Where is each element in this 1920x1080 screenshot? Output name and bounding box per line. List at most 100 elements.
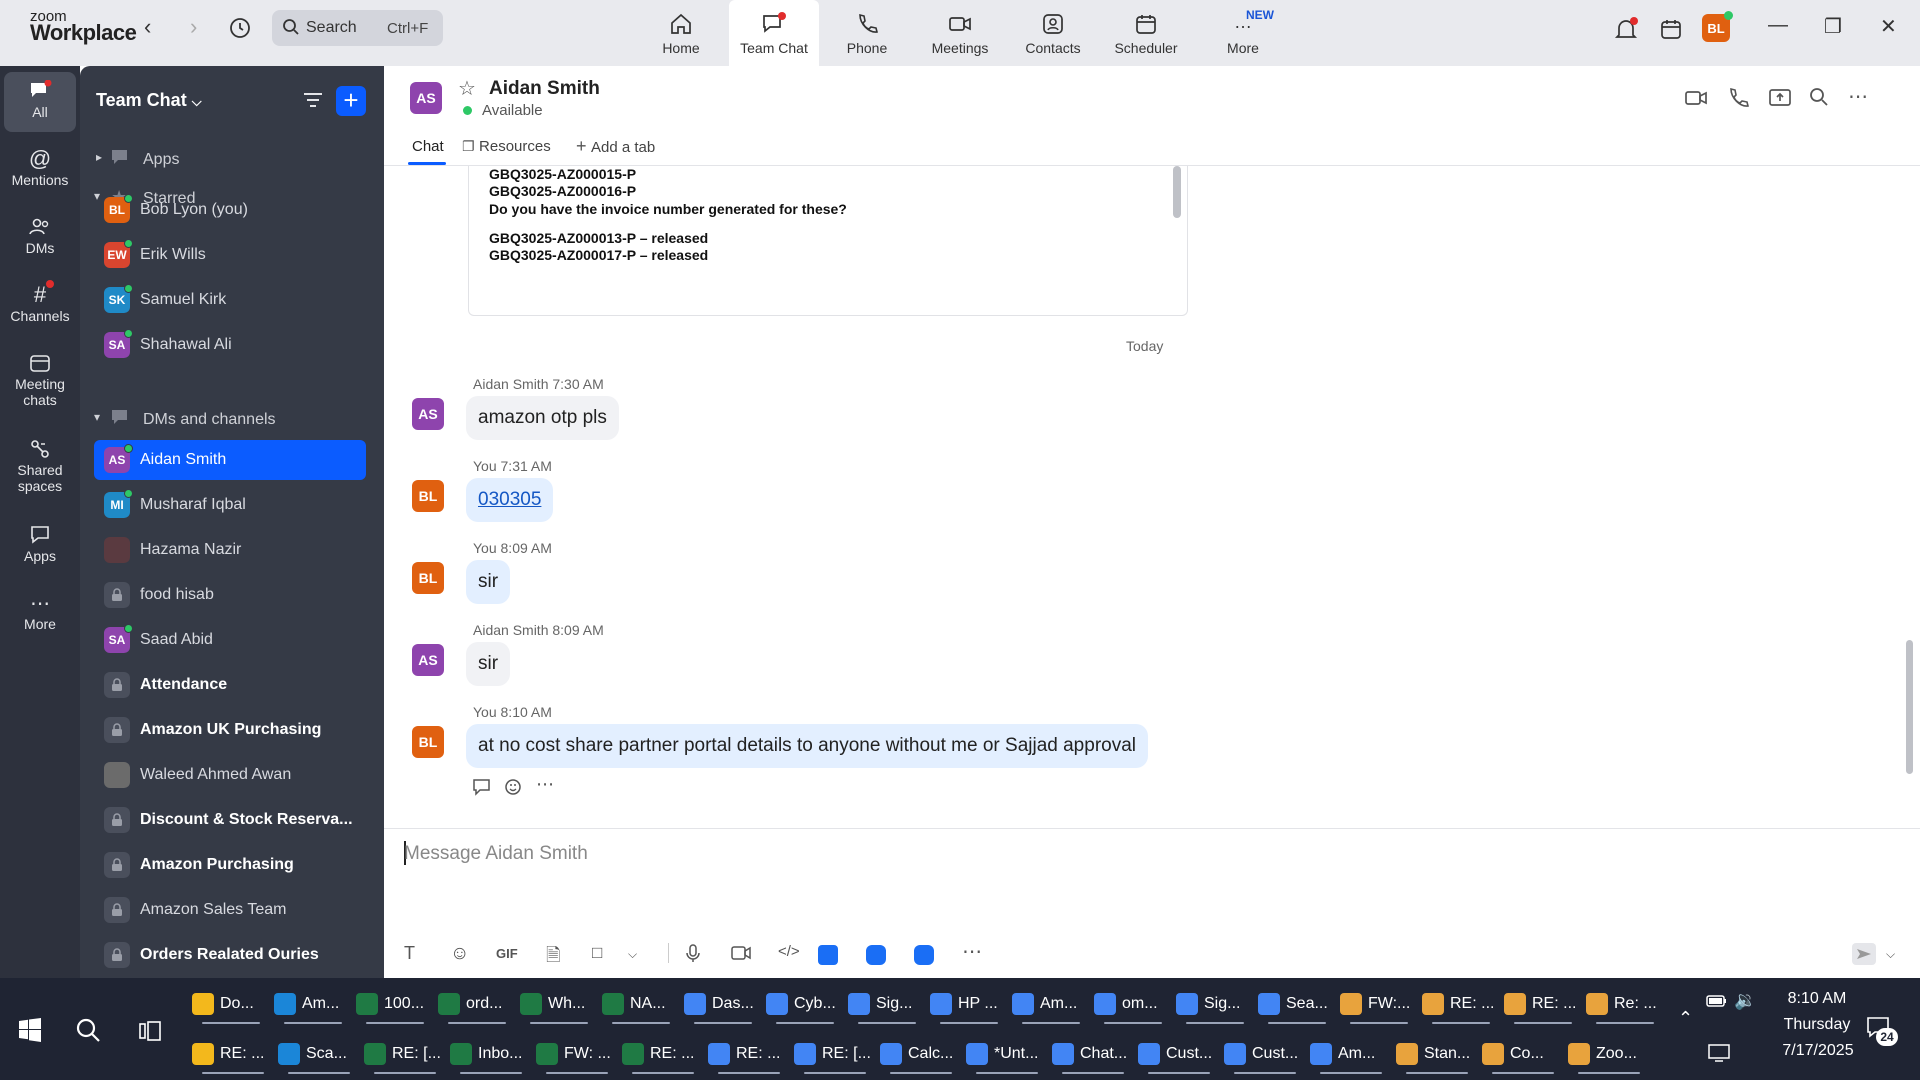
- avatar[interactable]: AS: [412, 644, 444, 676]
- filter-icon[interactable]: [302, 90, 324, 115]
- taskbar-app[interactable]: RE: [...: [794, 1034, 876, 1074]
- message-bubble[interactable]: at no cost share partner portal details …: [466, 724, 1148, 768]
- search-box[interactable]: Search Ctrl+F: [272, 10, 443, 46]
- taskbar-app[interactable]: Das...: [684, 984, 762, 1024]
- taskbar-app[interactable]: RE: [...: [364, 1034, 446, 1074]
- list-item[interactable]: EW Erik Wills: [94, 235, 366, 275]
- list-item[interactable]: Discount & Stock Reserva...: [94, 800, 366, 840]
- screenshot-icon[interactable]: □: [592, 943, 602, 963]
- taskbar-app[interactable]: Am...: [1012, 984, 1090, 1024]
- taskbar-app[interactable]: Inbo...: [450, 1034, 532, 1074]
- minimize-icon[interactable]: —: [1768, 14, 1788, 37]
- taskbar-app[interactable]: Stan...: [1396, 1034, 1478, 1074]
- forwarded-email-card[interactable]: GBQ3025-AZ000015-P GBQ3025-AZ000016-P Do…: [468, 166, 1188, 316]
- nav-phone[interactable]: Phone: [822, 0, 912, 66]
- more-options-icon[interactable]: ⋯: [1848, 84, 1872, 108]
- avatar[interactable]: BL: [412, 726, 444, 758]
- tab-chat[interactable]: Chat: [412, 138, 444, 155]
- taskbar-app[interactable]: RE: ...: [1422, 984, 1500, 1024]
- emoji-icon[interactable]: ☺: [450, 943, 469, 965]
- list-item[interactable]: Waleed Ahmed Awan: [94, 755, 366, 795]
- calendar-icon[interactable]: [1659, 17, 1683, 46]
- taskbar-app[interactable]: Re: ...: [1586, 984, 1664, 1024]
- chevron-down-icon[interactable]: ⌵: [1886, 947, 1895, 962]
- nav-contacts[interactable]: Contacts: [1008, 0, 1098, 66]
- taskbar-app[interactable]: Cust...: [1138, 1034, 1220, 1074]
- battery-icon[interactable]: [1706, 994, 1728, 1013]
- app-shortcut-icon[interactable]: [914, 945, 934, 965]
- rail-meeting-chats[interactable]: Meeting chats: [4, 350, 76, 428]
- nav-more[interactable]: … NEW More: [1198, 0, 1288, 66]
- message-bubble[interactable]: amazon otp pls: [466, 396, 619, 440]
- taskbar-app[interactable]: NA...: [602, 984, 680, 1024]
- task-view-icon[interactable]: [138, 1020, 162, 1047]
- close-icon[interactable]: ✕: [1880, 14, 1897, 39]
- search-icon[interactable]: [1808, 86, 1832, 110]
- list-item[interactable]: Amazon Purchasing: [94, 845, 366, 885]
- taskbar-app[interactable]: Am...: [274, 984, 352, 1024]
- video-call-icon[interactable]: [1684, 86, 1708, 110]
- more-tools-icon[interactable]: ⋯: [962, 939, 982, 964]
- rail-dms[interactable]: DMs: [4, 214, 76, 274]
- list-item[interactable]: SK Samuel Kirk: [94, 280, 366, 320]
- video-message-icon[interactable]: [730, 943, 752, 968]
- rail-mentions[interactable]: @ Mentions: [4, 146, 76, 206]
- taskbar-app[interactable]: Wh...: [520, 984, 598, 1024]
- chevron-up-icon[interactable]: ⌃: [1678, 1008, 1693, 1029]
- gif-button[interactable]: GIF: [496, 946, 518, 961]
- history-icon[interactable]: [228, 16, 252, 45]
- list-item[interactable]: Amazon UK Purchasing: [94, 710, 366, 750]
- list-item[interactable]: MI Musharaf Iqbal: [94, 485, 366, 525]
- send-icon[interactable]: [1852, 943, 1876, 965]
- rail-more[interactable]: ⋯ More: [4, 590, 76, 650]
- taskbar-app[interactable]: om...: [1094, 984, 1172, 1024]
- taskbar-app[interactable]: Chat...: [1052, 1034, 1134, 1074]
- list-item[interactable]: AS Aidan Smith: [94, 440, 366, 480]
- otp-link[interactable]: 030305: [478, 489, 541, 510]
- list-item[interactable]: Attendance: [94, 665, 366, 705]
- taskbar-app[interactable]: Sig...: [1176, 984, 1254, 1024]
- avatar[interactable]: BL: [412, 562, 444, 594]
- taskbar-app[interactable]: Am...: [1310, 1034, 1392, 1074]
- list-item[interactable]: SA Saad Abid: [94, 620, 366, 660]
- taskbar-app[interactable]: ord...: [438, 984, 516, 1024]
- taskbar-app[interactable]: Do...: [192, 984, 270, 1024]
- taskbar-app[interactable]: RE: ...: [192, 1034, 274, 1074]
- microphone-icon[interactable]: [684, 943, 702, 968]
- taskbar-app[interactable]: FW: ...: [536, 1034, 618, 1074]
- share-screen-icon[interactable]: [1768, 86, 1792, 110]
- taskbar-app[interactable]: Cust...: [1224, 1034, 1306, 1074]
- panel-title[interactable]: Team Chat ⌵: [96, 90, 202, 111]
- list-item[interactable]: Amazon Sales Team: [94, 890, 366, 930]
- message-bubble[interactable]: 030305: [466, 478, 554, 522]
- volume-icon[interactable]: 🔉: [1734, 990, 1756, 1011]
- notifications-icon[interactable]: [1613, 16, 1639, 47]
- chevron-down-icon[interactable]: ⌵: [628, 947, 637, 962]
- phone-call-icon[interactable]: [1726, 86, 1750, 110]
- rail-channels[interactable]: # Channels: [4, 280, 76, 342]
- add-reaction-icon[interactable]: [504, 777, 524, 802]
- new-chat-button[interactable]: +: [336, 86, 366, 116]
- taskbar-app[interactable]: RE: ...: [1504, 984, 1582, 1024]
- taskbar-app[interactable]: Calc...: [880, 1034, 962, 1074]
- nav-home[interactable]: Home: [636, 0, 726, 66]
- display-icon[interactable]: [1708, 1044, 1730, 1067]
- back-arrow-icon[interactable]: ‹: [144, 14, 151, 40]
- restore-icon[interactable]: ❐: [1824, 14, 1842, 39]
- rail-shared-spaces[interactable]: Shared spaces: [4, 436, 76, 514]
- star-outline-icon[interactable]: ☆: [458, 76, 476, 101]
- windows-start-icon[interactable]: [18, 1018, 42, 1047]
- format-text-icon[interactable]: T: [404, 943, 415, 964]
- taskbar-app[interactable]: RE: ...: [708, 1034, 790, 1074]
- nav-scheduler[interactable]: Scheduler: [1101, 0, 1191, 66]
- message-input[interactable]: Message Aidan Smith: [404, 843, 588, 865]
- card-scrollbar[interactable]: [1173, 166, 1181, 218]
- message-bubble[interactable]: sir: [466, 560, 511, 604]
- app-shortcut-icon[interactable]: [818, 945, 838, 965]
- section-dms-channels[interactable]: ▾ DMs and channels: [80, 406, 384, 436]
- nav-team-chat[interactable]: Team Chat: [729, 0, 819, 66]
- search-icon[interactable]: [74, 1016, 102, 1049]
- taskbar-app[interactable]: Sea...: [1258, 984, 1336, 1024]
- message-more-icon[interactable]: ⋯: [536, 774, 554, 795]
- list-item[interactable]: BL Bob Lyon (you): [94, 190, 366, 230]
